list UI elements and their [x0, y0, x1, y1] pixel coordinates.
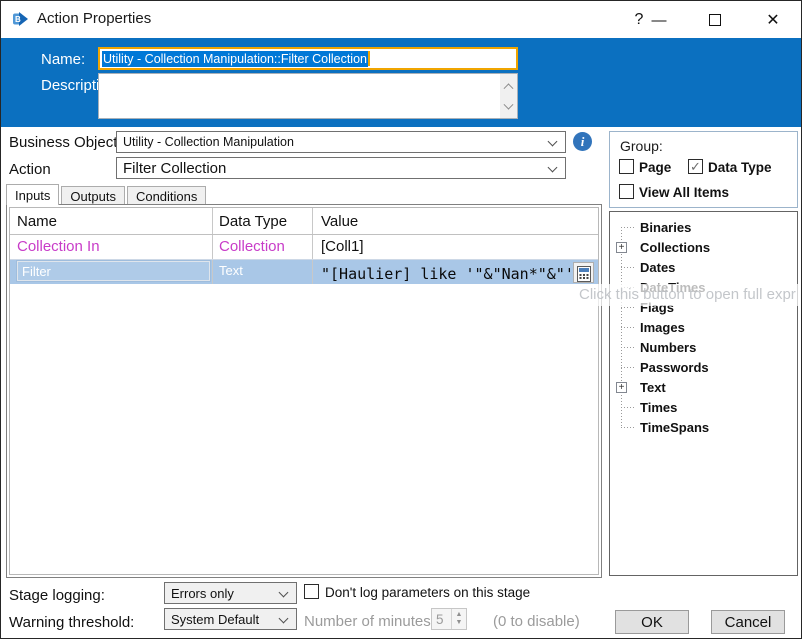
chevron-down-icon [278, 613, 289, 624]
cancel-button[interactable]: Cancel [711, 610, 785, 634]
chevron-up-icon [503, 82, 514, 93]
tab-strip: Inputs Outputs Conditions [6, 184, 208, 205]
window-title: Action Properties [37, 10, 152, 27]
spinner-down-icon: ▼ [455, 619, 463, 626]
tree-item-numbers[interactable]: Numbers [610, 337, 797, 357]
tree-item-collections[interactable]: + Collections [610, 237, 797, 257]
tab-outputs[interactable]: Outputs [61, 186, 125, 205]
tree-item-dates[interactable]: Dates [610, 257, 797, 277]
disable-hint-label: (0 to disable) [493, 613, 580, 630]
group-panel: Group: Page ✓ Data Type View All Items [609, 131, 798, 208]
app-icon: B [13, 12, 28, 26]
business-object-value: Utility - Collection Manipulation [123, 135, 294, 149]
dont-log-checkbox-label: Don't log parameters on this stage [325, 585, 531, 600]
view-all-items-checkbox-label: View All Items [639, 185, 730, 200]
param-data-type: Collection [213, 235, 313, 259]
action-value: Filter Collection [123, 159, 227, 177]
chevron-down-icon [547, 162, 558, 173]
chevron-down-icon [278, 587, 289, 598]
expand-icon[interactable]: + [616, 382, 627, 393]
help-button[interactable]: ? [629, 7, 649, 33]
minutes-spinner[interactable]: 5 ▲ ▼ [431, 608, 467, 630]
tree-item-binaries[interactable]: Binaries [610, 217, 797, 237]
description-input[interactable] [98, 73, 518, 119]
table-row[interactable]: Collection In Collection [Coll1] [10, 235, 598, 259]
fading-tooltip: Click this button to open full expr [572, 284, 801, 306]
warning-threshold-value: System Default [171, 611, 260, 627]
data-type-checkbox[interactable]: ✓ [688, 159, 703, 174]
minimize-button[interactable]: — [649, 7, 669, 33]
text-caret [368, 51, 370, 66]
param-data-type: Text [213, 260, 313, 284]
column-header-value[interactable]: Value [313, 208, 598, 234]
column-header-name[interactable]: Name [10, 208, 213, 234]
page-checkbox-label: Page [639, 160, 672, 175]
param-name-cell[interactable]: Filter [10, 260, 213, 284]
header-section: Name: Utility - Collection Manipulation:… [1, 38, 801, 127]
description-text [102, 76, 497, 116]
tree-item-timespans[interactable]: TimeSpans [610, 417, 797, 437]
business-object-dropdown[interactable]: Utility - Collection Manipulation [116, 131, 566, 153]
check-icon: ✓ [690, 158, 701, 174]
calculator-icon [576, 266, 591, 282]
ok-button[interactable]: OK [615, 610, 689, 634]
stage-logging-dropdown[interactable]: Errors only [164, 582, 297, 604]
param-name[interactable]: Collection In [10, 235, 213, 259]
minutes-value: 5 [436, 612, 444, 627]
maximize-button[interactable] [701, 7, 729, 33]
param-value-expression[interactable]: "[Haulier] like '"&"Nan*"&"'" [313, 260, 598, 284]
dont-log-checkbox[interactable] [304, 584, 319, 599]
chevron-down-icon [503, 99, 514, 110]
stage-logging-label: Stage logging: [9, 587, 105, 604]
tree-item-passwords[interactable]: Passwords [610, 357, 797, 377]
scroll-up-button[interactable] [500, 74, 517, 96]
tab-conditions[interactable]: Conditions [126, 186, 207, 205]
tab-inputs[interactable]: Inputs [6, 184, 60, 205]
table-row-selected[interactable]: Filter Text "[Haulier] like '"&"Nan*"&"'… [10, 259, 598, 284]
tree-item-text[interactable]: + Text [610, 377, 797, 397]
svg-text:B: B [15, 15, 21, 24]
name-label: Name: [41, 51, 86, 68]
view-all-items-checkbox[interactable] [619, 184, 634, 199]
param-name-edit-box[interactable]: Filter [16, 260, 211, 282]
stage-logging-value: Errors only [171, 585, 234, 601]
group-title: Group: [620, 138, 663, 154]
action-properties-dialog: B Action Properties ? — ✕ Name: Utility … [0, 0, 802, 639]
info-icon[interactable]: i [573, 132, 592, 151]
number-of-minutes-label: Number of minutes [304, 613, 431, 630]
close-button[interactable]: ✕ [758, 7, 788, 33]
expression-editor-button[interactable] [573, 262, 594, 283]
maximize-icon [709, 14, 721, 26]
inputs-table-panel: Name Data Type Value Collection In Colle… [6, 204, 602, 578]
tree-item-images[interactable]: Images [610, 317, 797, 337]
action-label: Action [9, 161, 51, 178]
business-object-label: Business Object [9, 134, 118, 151]
data-type-tree: Binaries +Collections Dates DateTimes Fl… [609, 211, 798, 576]
page-checkbox[interactable] [619, 159, 634, 174]
spinner-up-icon: ▲ [455, 611, 463, 618]
spinner-arrows[interactable]: ▲ ▼ [451, 609, 466, 629]
warning-threshold-label: Warning threshold: [9, 614, 135, 631]
warning-threshold-dropdown[interactable]: System Default [164, 608, 297, 630]
tree-item-times[interactable]: Times [610, 397, 797, 417]
name-input[interactable]: Utility - Collection Manipulation::Filte… [98, 47, 518, 70]
scroll-down-button[interactable] [500, 96, 517, 118]
description-scrollbar[interactable] [500, 74, 517, 118]
chevron-down-icon [547, 136, 558, 147]
table-header-row: Name Data Type Value [10, 208, 598, 235]
titlebar: B Action Properties ? — ✕ [1, 1, 801, 38]
param-value[interactable]: [Coll1] [313, 235, 598, 259]
expand-icon[interactable]: + [616, 242, 627, 253]
action-dropdown[interactable]: Filter Collection [116, 157, 566, 179]
data-type-checkbox-label: Data Type [708, 160, 772, 175]
name-input-selected-text: Utility - Collection Manipulation::Filte… [102, 50, 368, 67]
column-header-data-type[interactable]: Data Type [213, 208, 313, 234]
inputs-table: Name Data Type Value Collection In Colle… [9, 207, 599, 575]
